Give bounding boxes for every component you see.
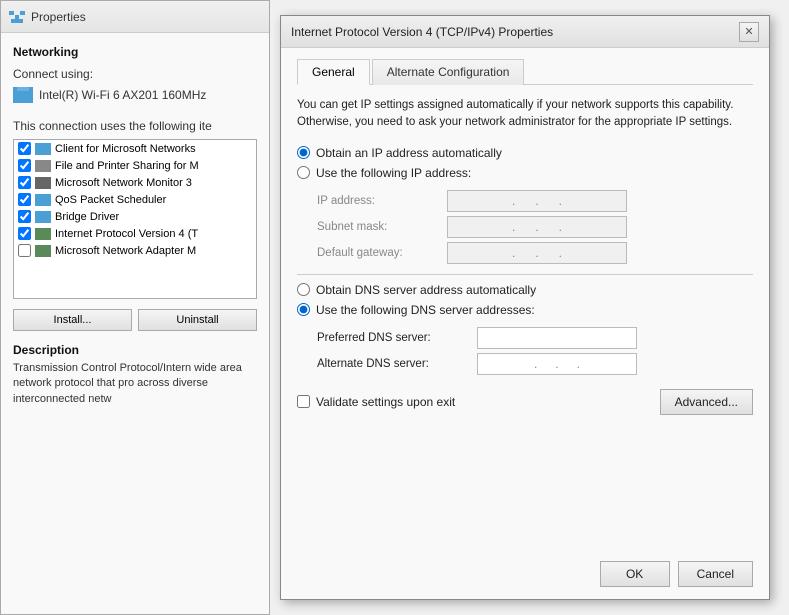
adapter-item-icon [35,245,51,257]
tcpip-dialog: Internet Protocol Version 4 (TCP/IPv4) P… [280,15,770,600]
subnet-mask-input[interactable]: . . . [447,216,627,238]
uninstall-button[interactable]: Uninstall [138,309,257,331]
preferred-dns-label: Preferred DNS server: [317,332,477,344]
list-item[interactable]: Internet Protocol Version 4 (T [14,225,256,242]
connection-uses-label: This connection uses the following ite [13,119,257,133]
dialog-description: You can get IP settings assigned automat… [297,97,753,132]
item-checkbox-1[interactable] [18,142,31,155]
dialog-close-button[interactable]: ✕ [739,22,759,42]
dialog-content: General Alternate Configuration You can … [281,48,769,425]
validate-row[interactable]: Validate settings upon exit [297,395,455,409]
network-icon [9,9,25,25]
list-item[interactable]: File and Printer Sharing for M [14,157,256,174]
ok-button[interactable]: OK [600,561,670,587]
adapter-row: Intel(R) Wi-Fi 6 AX201 160MHz [13,87,257,103]
dialog-titlebar: Internet Protocol Version 4 (TCP/IPv4) P… [281,16,769,48]
item-label-1: Client for Microsoft Networks [55,143,196,155]
ip-fields-group: IP address: . . . Subnet mask: . . . Def… [317,190,753,264]
gateway-label: Default gateway: [317,247,447,259]
item-checkbox-5[interactable] [18,210,31,223]
protocol-item-icon [35,228,51,240]
preferred-dns-input[interactable] [477,327,637,349]
auto-dns-label: Obtain DNS server address automatically [316,283,536,297]
items-list[interactable]: Client for Microsoft Networks File and P… [13,139,257,299]
list-item[interactable]: Client for Microsoft Networks [14,140,256,157]
manual-ip-label: Use the following IP address: [316,166,471,180]
description-text: Transmission Control Protocol/Intern wid… [13,361,257,407]
properties-window: Properties Networking Connect using: Int… [0,0,270,615]
item-checkbox-7[interactable] [18,244,31,257]
install-uninstall-buttons: Install... Uninstall [13,309,257,331]
item-label-4: QoS Packet Scheduler [55,194,166,206]
adapter-name: Intel(R) Wi-Fi 6 AX201 160MHz [39,88,206,102]
manual-dns-label: Use the following DNS server addresses: [316,303,535,317]
item-label-3: Microsoft Network Monitor 3 [55,177,192,189]
alternate-dns-row: Alternate DNS server: . . . [317,353,753,375]
list-item[interactable]: Microsoft Network Adapter M [14,242,256,259]
list-item[interactable]: Bridge Driver [14,208,256,225]
description-label: Description [13,343,257,357]
auto-dns-radio[interactable] [297,283,310,296]
manual-ip-radio[interactable] [297,166,310,179]
dns-section: Obtain DNS server address automatically … [297,283,753,317]
auto-ip-label: Obtain an IP address automatically [316,146,502,160]
manual-ip-row[interactable]: Use the following IP address: [297,166,753,180]
connect-using-label: Connect using: [13,67,257,81]
item-checkbox-6[interactable] [18,227,31,240]
auto-ip-radio[interactable] [297,146,310,159]
gateway-row: Default gateway: . . . [317,242,753,264]
ip-address-label: IP address: [317,195,447,207]
networking-label: Networking [13,45,257,59]
validate-checkbox[interactable] [297,395,310,408]
network-item-icon [35,143,51,155]
item-checkbox-2[interactable] [18,159,31,172]
gateway-input[interactable]: . . . [447,242,627,264]
item-checkbox-4[interactable] [18,193,31,206]
item-label-2: File and Printer Sharing for M [55,160,199,172]
bridge-item-icon [35,211,51,223]
tab-general[interactable]: General [297,59,370,85]
properties-titlebar: Properties [1,1,269,33]
auto-dns-row[interactable]: Obtain DNS server address automatically [297,283,753,297]
list-item[interactable]: Microsoft Network Monitor 3 [14,174,256,191]
manual-dns-radio[interactable] [297,303,310,316]
dialog-title: Internet Protocol Version 4 (TCP/IPv4) P… [291,25,553,39]
separator [297,274,753,275]
dialog-tabs: General Alternate Configuration [297,58,753,85]
advanced-button[interactable]: Advanced... [660,389,753,415]
cancel-button[interactable]: Cancel [678,561,753,587]
auto-ip-row[interactable]: Obtain an IP address automatically [297,146,753,160]
dns-fields-group: Preferred DNS server: Alternate DNS serv… [317,327,753,375]
ip-radio-group: Obtain an IP address automatically Use t… [297,146,753,180]
tab-alternate-config[interactable]: Alternate Configuration [372,59,525,85]
validate-label: Validate settings upon exit [316,395,455,409]
item-label-5: Bridge Driver [55,211,119,223]
ip-address-row: IP address: . . . [317,190,753,212]
preferred-dns-row: Preferred DNS server: [317,327,753,349]
ok-cancel-row: OK Cancel [600,561,753,587]
manual-dns-row[interactable]: Use the following DNS server addresses: [297,303,753,317]
alternate-dns-input[interactable]: . . . [477,353,637,375]
ip-address-input[interactable]: . . . [447,190,627,212]
properties-title: Properties [31,10,86,24]
subnet-mask-label: Subnet mask: [317,221,447,233]
alternate-dns-label: Alternate DNS server: [317,358,477,370]
list-item[interactable]: QoS Packet Scheduler [14,191,256,208]
item-label-7: Microsoft Network Adapter M [55,245,196,257]
bottom-row: Validate settings upon exit Advanced... [297,389,753,415]
subnet-mask-row: Subnet mask: . . . [317,216,753,238]
item-label-6: Internet Protocol Version 4 (T [55,228,198,240]
adapter-icon [13,87,33,103]
qos-item-icon [35,194,51,206]
printer-item-icon [35,160,51,172]
install-button[interactable]: Install... [13,309,132,331]
monitor-item-icon [35,177,51,189]
item-checkbox-3[interactable] [18,176,31,189]
